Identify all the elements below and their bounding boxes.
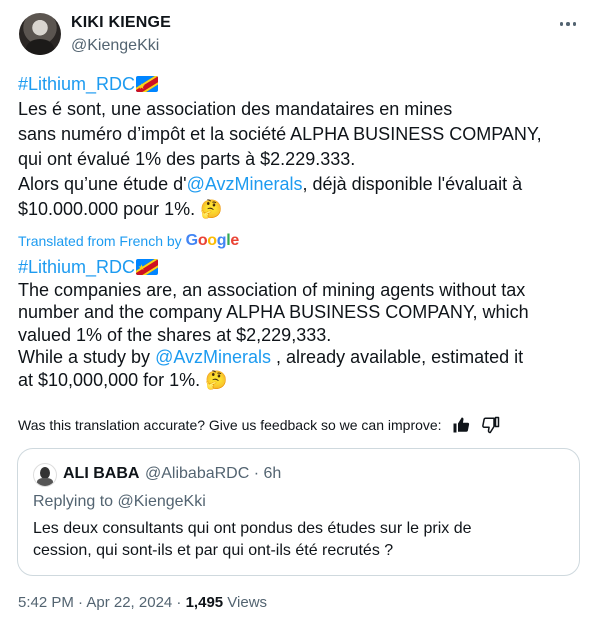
translated-line-5: at $10,000,000 for 1%. — [18, 369, 206, 390]
views-label: Views — [223, 594, 268, 611]
original-line-1: Les é sont, une association des mandatai… — [18, 99, 453, 119]
quoted-author-avatar[interactable] — [33, 463, 57, 487]
tweet-meta: 5:42 PM · Apr 22, 2024 · 1,495 Views — [18, 594, 267, 611]
translation-feedback: Was this translation accurate? Give us f… — [18, 414, 502, 436]
tweet-translated-text: #Lithium_RDC The companies are, an assoc… — [18, 256, 583, 391]
tweet-timestamp[interactable]: 5:42 PM · Apr 22, 2024 · — [18, 594, 186, 611]
translated-line-4-pre: While a study by — [18, 347, 156, 367]
quoted-tweet-text: Les deux consultants qui ont pondus des … — [33, 520, 472, 559]
original-line-4-post: , déjà disponible l'évaluait à — [302, 174, 523, 194]
original-line-3: qui ont évalué 1% des parts à $2.229.333… — [18, 149, 356, 169]
quoted-tweet-card[interactable]: ALI BABA @AlibabaRDC · 6h Replying to @K… — [17, 448, 580, 576]
author-avatar[interactable] — [19, 13, 61, 55]
more-options-icon[interactable] — [555, 14, 581, 34]
hashtag-link[interactable]: #Lithium_RDC — [18, 74, 135, 94]
original-line-5: $10.000.000 pour 1%. — [18, 199, 201, 219]
drc-flag-icon — [136, 259, 159, 275]
original-line-2: sans numéro d’impôt et la société ALPHA … — [18, 124, 542, 144]
google-logo-icon: Google — [185, 232, 240, 249]
translated-line-1: The companies are, an association of min… — [18, 279, 526, 300]
feedback-question: Was this translation accurate? Give us f… — [18, 417, 442, 433]
original-line-4-pre: Alors qu’une étude d' — [18, 174, 187, 194]
tweet-original-text: #Lithium_RDC Les é sont, une association… — [18, 72, 583, 222]
hashtag-link[interactable]: #Lithium_RDC — [18, 257, 135, 277]
mention-avzminerals[interactable]: @AvzMinerals — [155, 347, 271, 367]
quoted-author-name[interactable]: ALI BABA — [63, 465, 139, 483]
mention-avzminerals[interactable]: @AvzMinerals — [187, 174, 303, 194]
translated-line-3: valued 1% of the shares at $2,229,333. — [18, 324, 332, 345]
thumbs-up-icon[interactable] — [450, 414, 472, 436]
thinking-face-icon: 🤔 — [200, 199, 223, 219]
translated-line-4-post: , already available, estimated it — [271, 347, 524, 367]
replying-to-label: Replying to @KiengeKki — [33, 493, 206, 510]
views-count: 1,495 — [185, 594, 224, 611]
translated-from-label[interactable]: Translated from French by Google — [18, 232, 239, 250]
thinking-face-icon: 🤔 — [205, 369, 228, 390]
thumbs-down-icon[interactable] — [480, 414, 502, 436]
drc-flag-icon — [136, 76, 159, 92]
quoted-author-handle[interactable]: @AlibabaRDC · 6h — [145, 465, 281, 483]
author-name[interactable]: KIKI KIENGE — [71, 14, 171, 32]
author-handle[interactable]: @KiengeKki — [71, 37, 159, 55]
translated-line-2: number and the company ALPHA BUSINESS CO… — [18, 302, 529, 322]
